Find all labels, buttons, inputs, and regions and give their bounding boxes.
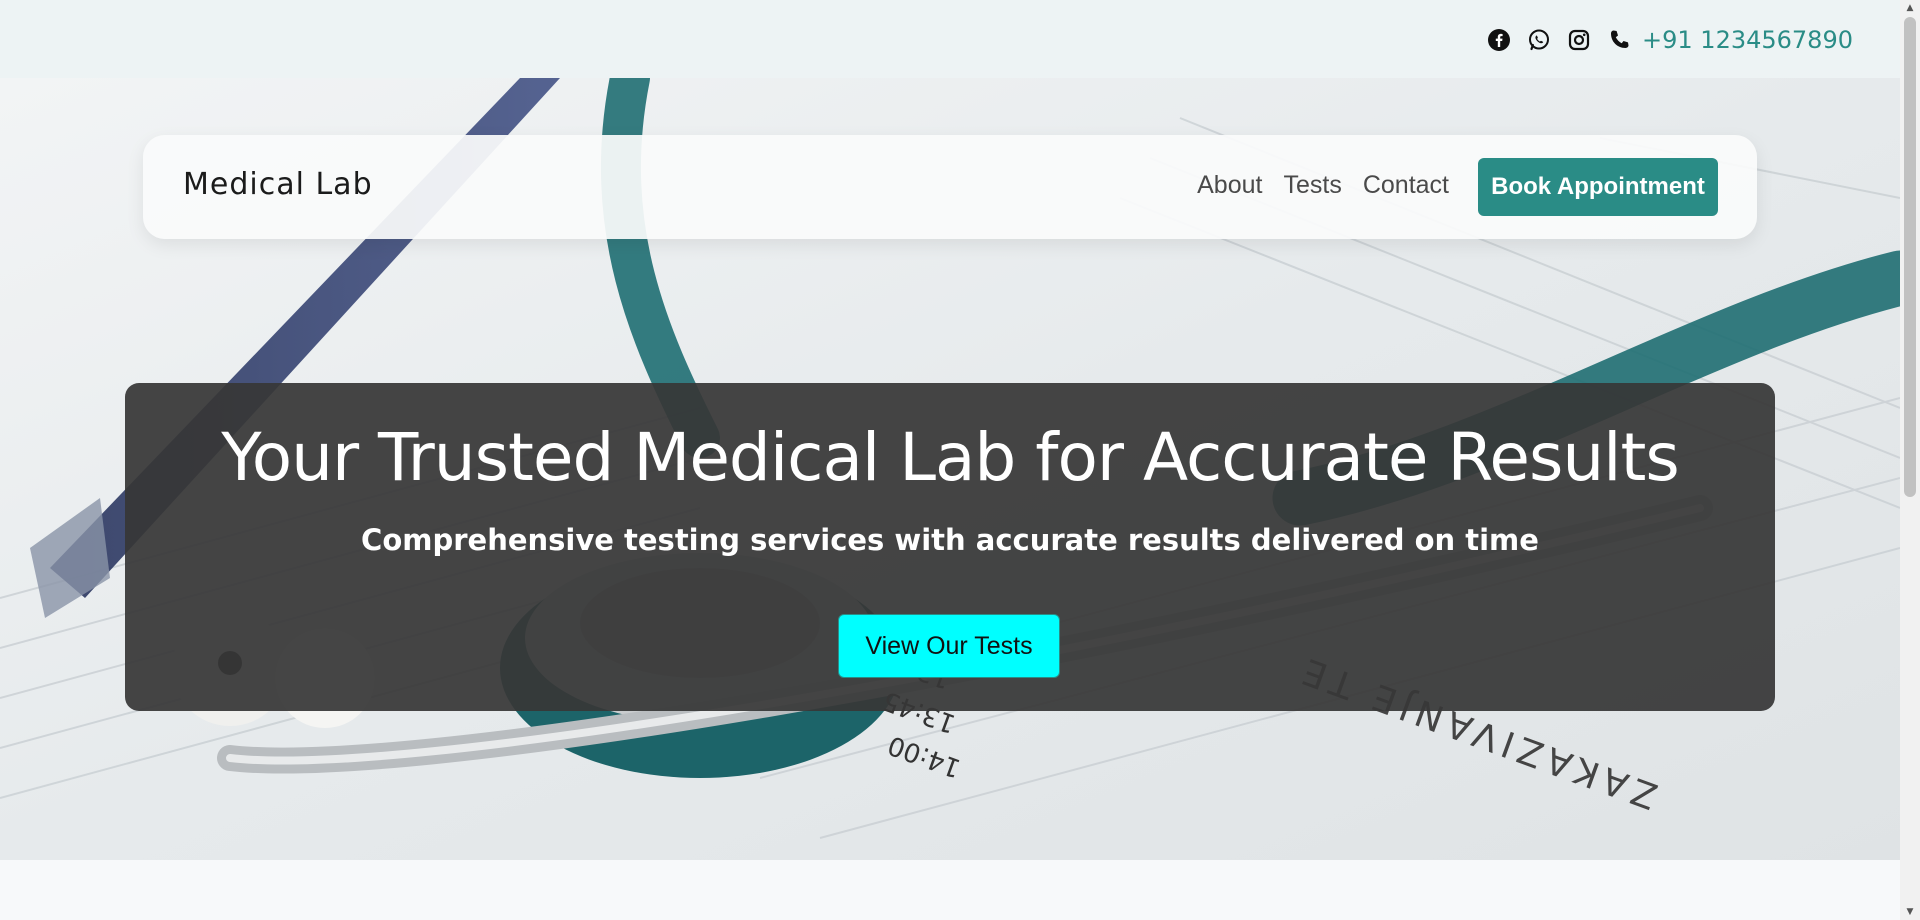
page-scrollbar[interactable]: ▲ ▼ <box>1900 0 1920 920</box>
scroll-down-arrow-icon[interactable]: ▼ <box>1900 904 1920 920</box>
top-contact-bar: +91 1234567890 <box>0 0 1900 78</box>
brand-logo[interactable]: Medical Lab <box>183 167 373 202</box>
scroll-up-arrow-icon[interactable]: ▲ <box>1900 0 1920 16</box>
facebook-icon[interactable] <box>1486 27 1512 53</box>
hero-overlay: Your Trusted Medical Lab for Accurate Re… <box>125 383 1775 711</box>
nav-link-tests[interactable]: Tests <box>1283 171 1341 200</box>
phone-number-link[interactable]: +91 1234567890 <box>1642 26 1853 54</box>
hero-title: Your Trusted Medical Lab for Accurate Re… <box>221 419 1680 496</box>
scrollbar-thumb[interactable] <box>1904 17 1916 497</box>
book-appointment-button[interactable]: Book Appointment <box>1478 158 1718 216</box>
nav-links: About Tests Contact <box>1197 171 1449 200</box>
hero-subtitle: Comprehensive testing services with accu… <box>361 523 1539 557</box>
contact-links: +91 1234567890 <box>1486 22 1853 58</box>
nav-link-contact[interactable]: Contact <box>1363 171 1449 200</box>
whatsapp-icon[interactable] <box>1526 27 1552 53</box>
nav-link-about[interactable]: About <box>1197 171 1262 200</box>
hero-section: 14:00 13:45 13:30 ZAKAZIVANJE TE Medical… <box>0 78 1900 860</box>
phone-icon[interactable] <box>1606 27 1632 53</box>
navbar: Medical Lab About Tests Contact Book App… <box>143 135 1757 239</box>
view-tests-button[interactable]: View Our Tests <box>838 614 1060 678</box>
instagram-icon[interactable] <box>1566 27 1592 53</box>
